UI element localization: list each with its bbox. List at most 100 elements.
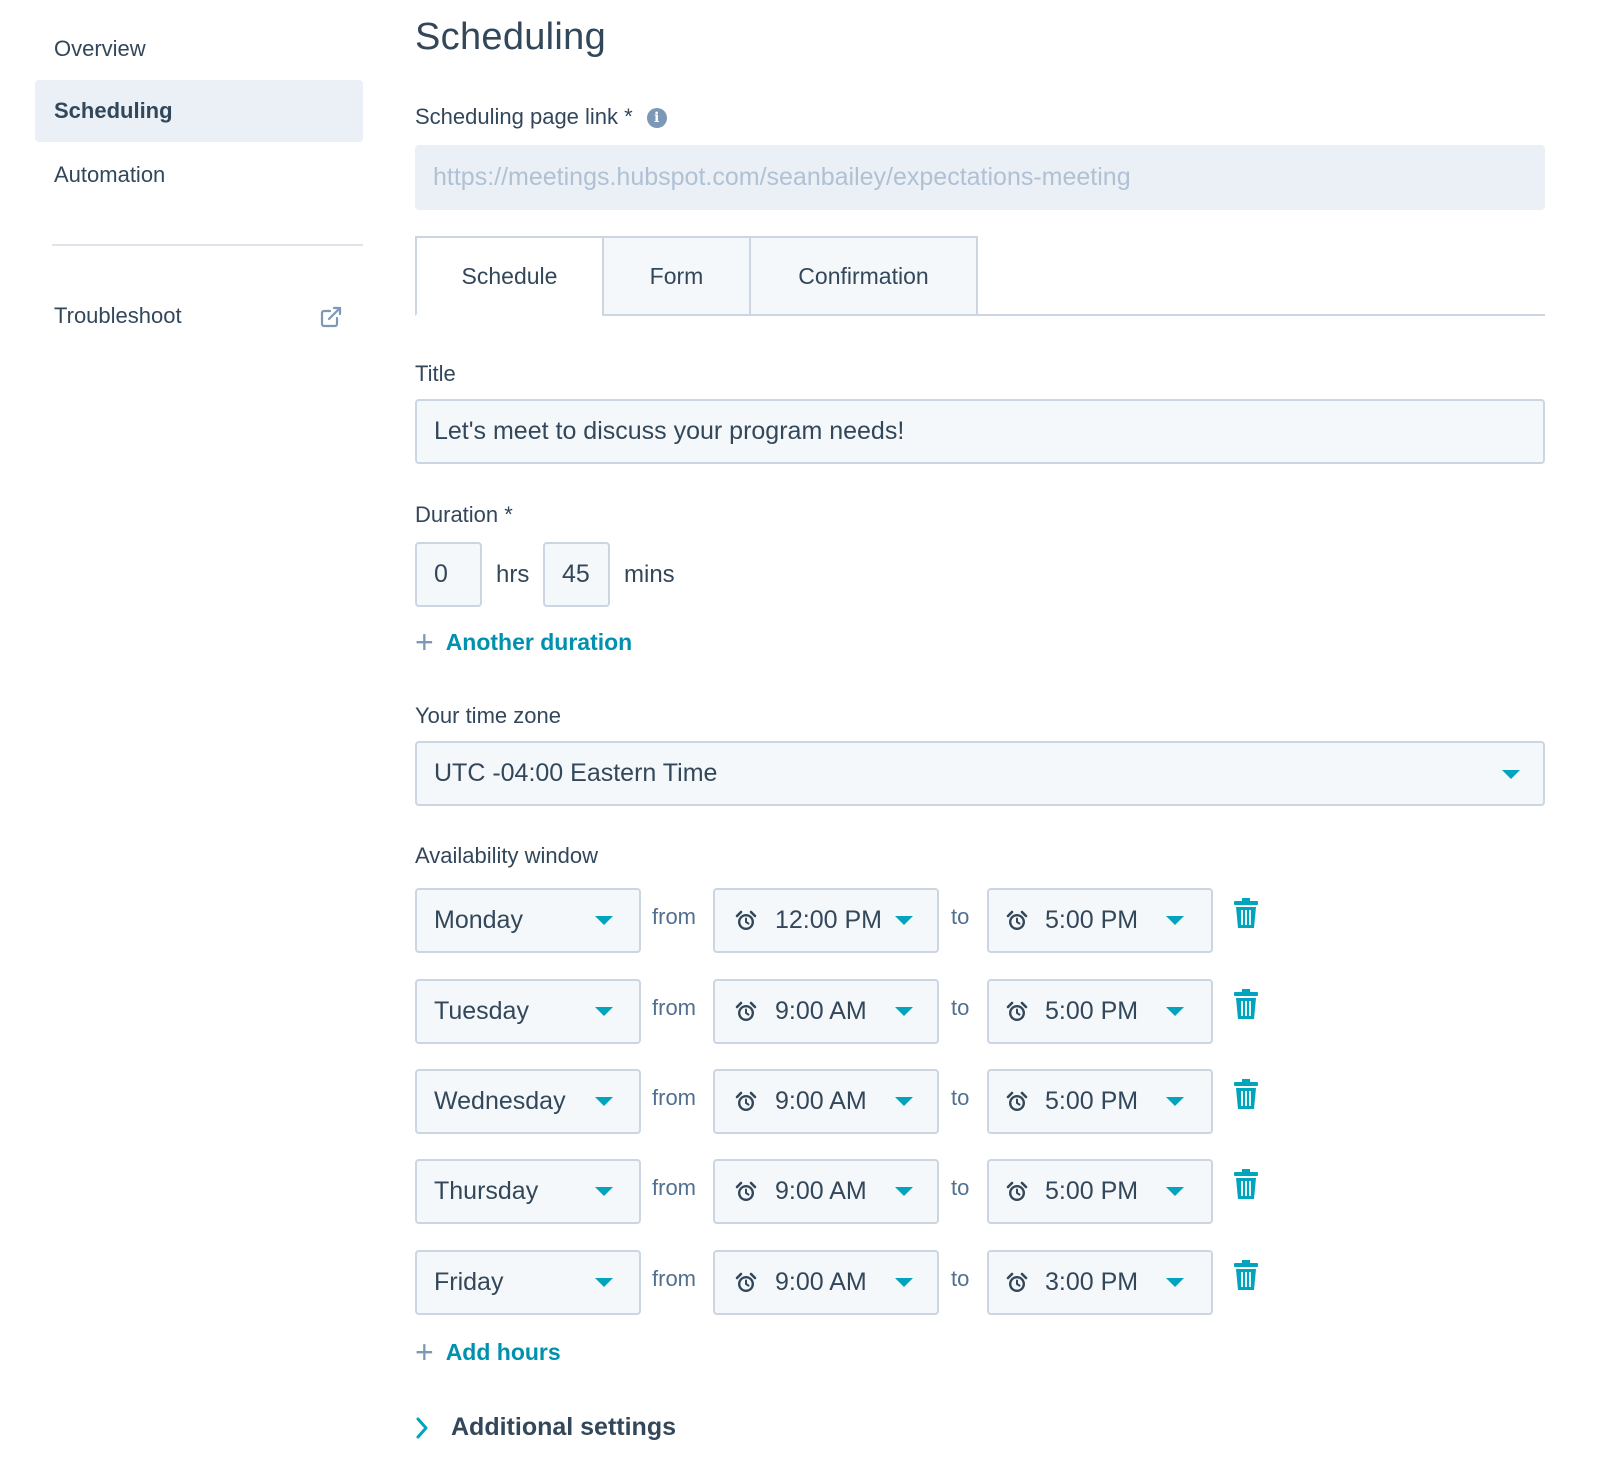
tab-bar: Schedule Form Confirmation <box>415 236 1545 316</box>
chevron-down-icon <box>595 1278 613 1287</box>
to-label: to <box>951 1175 970 1200</box>
alarm-clock-icon <box>734 1000 758 1024</box>
trash-icon[interactable] <box>1233 1077 1259 1111</box>
from-label: from <box>652 1175 696 1200</box>
start-time-select[interactable]: 9:00 AM <box>713 1250 939 1315</box>
plus-icon: + <box>415 624 434 660</box>
chevron-down-icon <box>595 916 613 925</box>
tab-schedule[interactable]: Schedule <box>415 236 604 316</box>
timezone-select[interactable]: UTC -04:00 Eastern Time <box>415 741 1545 806</box>
alarm-clock-icon <box>734 1180 758 1204</box>
day-select[interactable]: Friday <box>415 1250 641 1315</box>
another-duration-label: Another duration <box>445 628 633 655</box>
chevron-down-icon <box>895 1187 913 1196</box>
end-time-value: 5:00 PM <box>1045 997 1139 1025</box>
alarm-clock-icon <box>734 909 758 933</box>
timezone-value: UTC -04:00 Eastern Time <box>434 759 718 787</box>
from-label: from <box>652 1266 696 1291</box>
start-time-value: 9:00 AM <box>775 1268 867 1296</box>
alarm-clock-icon <box>734 1090 758 1114</box>
chevron-down-icon <box>1502 770 1520 779</box>
chevron-down-icon <box>1166 1278 1184 1287</box>
day-value: Thursday <box>434 1177 539 1205</box>
sidebar-item-overview[interactable]: Overview <box>35 18 363 80</box>
chevron-down-icon <box>595 1097 613 1106</box>
end-time-select[interactable]: 5:00 PM <box>987 888 1213 953</box>
trash-icon[interactable] <box>1233 896 1259 930</box>
alarm-clock-icon <box>1005 909 1029 933</box>
timezone-label: Your time zone <box>415 703 561 728</box>
day-value: Tuesday <box>434 997 529 1025</box>
from-label: from <box>652 904 696 929</box>
title-input[interactable]: Let's meet to discuss your program needs… <box>415 399 1545 464</box>
start-time-select[interactable]: 9:00 AM <box>713 1159 939 1224</box>
chevron-down-icon <box>895 1007 913 1016</box>
plus-icon: + <box>415 1334 434 1370</box>
to-label: to <box>951 995 970 1020</box>
alarm-clock-icon <box>1005 1271 1029 1295</box>
trash-icon[interactable] <box>1233 987 1259 1021</box>
start-time-select[interactable]: 9:00 AM <box>713 979 939 1044</box>
title-label: Title <box>415 361 456 386</box>
chevron-right-icon <box>416 1417 428 1438</box>
another-duration-button[interactable]: + Another duration <box>415 626 632 658</box>
alarm-clock-icon <box>1005 1000 1029 1024</box>
day-value: Wednesday <box>434 1087 566 1115</box>
tab-form[interactable]: Form <box>602 236 751 316</box>
chevron-down-icon <box>895 1097 913 1106</box>
start-time-value: 9:00 AM <box>775 997 867 1025</box>
sidebar-item-scheduling[interactable]: Scheduling <box>35 80 363 142</box>
from-label: from <box>652 1085 696 1110</box>
additional-settings-toggle[interactable]: Additional settings <box>415 1413 676 1442</box>
chevron-down-icon <box>1166 1007 1184 1016</box>
chevron-down-icon <box>895 916 913 925</box>
chevron-down-icon <box>1166 1187 1184 1196</box>
chevron-down-icon <box>895 1278 913 1287</box>
chevron-down-icon <box>1166 916 1184 925</box>
day-select[interactable]: Wednesday <box>415 1069 641 1134</box>
external-link-icon[interactable] <box>319 305 343 329</box>
alarm-clock-icon <box>734 1271 758 1295</box>
additional-settings-label: Additional settings <box>451 1413 676 1441</box>
availability-label: Availability window <box>415 843 599 868</box>
duration-label: Duration * <box>415 502 513 527</box>
start-time-select[interactable]: 12:00 PM <box>713 888 939 953</box>
trash-icon[interactable] <box>1233 1258 1259 1292</box>
day-select[interactable]: Thursday <box>415 1159 641 1224</box>
trash-icon[interactable] <box>1233 1167 1259 1201</box>
end-time-value: 5:00 PM <box>1045 906 1139 934</box>
start-time-value: 12:00 PM <box>775 906 883 934</box>
end-time-value: 5:00 PM <box>1045 1087 1139 1115</box>
sidebar-nav: Overview Scheduling Automation Troublesh… <box>0 0 370 1476</box>
add-hours-label: Add hours <box>445 1338 561 1365</box>
end-time-select[interactable]: 3:00 PM <box>987 1250 1213 1315</box>
add-hours-button[interactable]: + Add hours <box>415 1336 561 1368</box>
day-value: Monday <box>434 906 523 934</box>
scheduling-link-field[interactable]: https://meetings.hubspot.com/seanbailey/… <box>415 145 1545 210</box>
end-time-select[interactable]: 5:00 PM <box>987 979 1213 1044</box>
duration-minutes-input[interactable]: 45 <box>543 542 610 607</box>
start-time-value: 9:00 AM <box>775 1177 867 1205</box>
duration-hours-input[interactable]: 0 <box>415 542 482 607</box>
end-time-select[interactable]: 5:00 PM <box>987 1069 1213 1134</box>
tab-confirmation[interactable]: Confirmation <box>749 236 978 316</box>
day-select[interactable]: Tuesday <box>415 979 641 1044</box>
alarm-clock-icon <box>1005 1180 1029 1204</box>
link-label: Scheduling page link * <box>415 104 633 129</box>
start-time-select[interactable]: 9:00 AM <box>713 1069 939 1134</box>
day-value: Friday <box>434 1268 504 1296</box>
sidebar-item-troubleshoot[interactable]: Troubleshoot <box>35 285 363 347</box>
end-time-select[interactable]: 5:00 PM <box>987 1159 1213 1224</box>
sidebar-divider <box>52 244 363 246</box>
start-time-value: 9:00 AM <box>775 1087 867 1115</box>
sidebar-item-automation[interactable]: Automation <box>35 144 363 206</box>
page-title: Scheduling <box>415 16 607 58</box>
to-label: to <box>951 1085 970 1110</box>
to-label: to <box>951 904 970 929</box>
end-time-value: 3:00 PM <box>1045 1268 1139 1296</box>
troubleshoot-label: Troubleshoot <box>54 303 182 328</box>
from-label: from <box>652 995 696 1020</box>
day-select[interactable]: Monday <box>415 888 641 953</box>
info-icon[interactable]: i <box>646 108 667 128</box>
to-label: to <box>951 1266 970 1291</box>
